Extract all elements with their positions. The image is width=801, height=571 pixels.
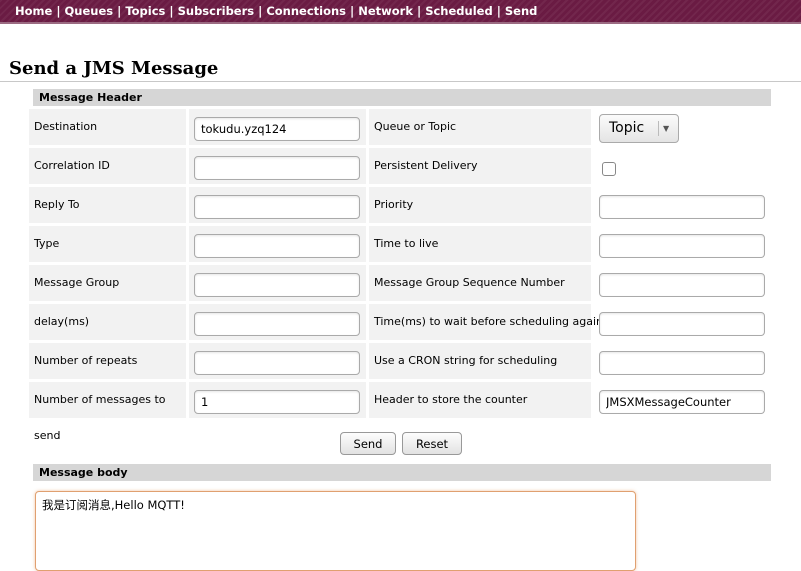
message-count-cell [189, 382, 366, 418]
form-row-message-count: Number of messages to send Header to sto… [29, 382, 765, 442]
nav-separator: | [169, 4, 174, 18]
send-button[interactable]: Send [340, 432, 396, 455]
type-input[interactable] [194, 234, 360, 258]
queue-or-topic-label: Queue or Topic [369, 109, 591, 145]
counter-header-label: Header to store the counter [369, 382, 591, 418]
form-row-message-group: Message Group Message Group Sequence Num… [29, 265, 765, 304]
form-row-type: Type Time to live [29, 226, 765, 265]
destination-cell [189, 109, 366, 145]
nav-separator: | [496, 4, 501, 18]
time-to-live-input[interactable] [599, 234, 765, 258]
cron-input[interactable] [599, 351, 765, 375]
nav-separator: | [258, 4, 263, 18]
reply-to-cell [189, 187, 366, 223]
message-body-textarea[interactable]: 我是订阅消息,Hello MQTT! [35, 491, 636, 571]
nav-separator: | [350, 4, 355, 18]
schedule-period-label: Time(ms) to wait before scheduling again [369, 304, 603, 340]
select-divider [658, 121, 659, 136]
correlation-id-label: Correlation ID [29, 148, 186, 184]
message-group-label: Message Group [29, 265, 186, 301]
message-group-sequence-cell [594, 265, 770, 301]
message-header-form: Destination Queue or Topic Topic ▼ Corre… [29, 109, 765, 442]
delay-input[interactable] [194, 312, 360, 336]
persistent-delivery-cell [594, 148, 770, 184]
priority-input[interactable] [599, 195, 765, 219]
schedule-period-cell [594, 304, 770, 340]
nav-connections-link[interactable]: Connections [266, 4, 346, 18]
nav-network-link[interactable]: Network [358, 4, 413, 18]
reset-button[interactable]: Reset [402, 432, 462, 455]
form-row-reply-to: Reply To Priority [29, 187, 765, 226]
queue-or-topic-cell: Topic ▼ [594, 109, 770, 145]
time-to-live-label: Time to live [369, 226, 591, 262]
correlation-id-cell [189, 148, 366, 184]
repeats-cell [189, 343, 366, 379]
destination-input[interactable] [194, 117, 360, 141]
priority-cell [594, 187, 770, 223]
type-cell [189, 226, 366, 262]
nav-topics-link[interactable]: Topics [125, 4, 165, 18]
nav-separator: | [117, 4, 122, 18]
form-row-repeats: Number of repeats Use a CRON string for … [29, 343, 765, 382]
cron-cell [594, 343, 770, 379]
page-title: Send a JMS Message [9, 58, 219, 79]
repeats-label: Number of repeats [29, 343, 186, 379]
nav-home-link[interactable]: Home [15, 4, 52, 18]
nav-separator: | [56, 4, 61, 18]
reply-to-input[interactable] [194, 195, 360, 219]
message-count-label: Number of messages to send [29, 382, 186, 442]
delay-label: delay(ms) [29, 304, 186, 340]
title-divider [0, 81, 801, 82]
queue-or-topic-select[interactable]: Topic ▼ [599, 114, 679, 143]
message-group-cell [189, 265, 366, 301]
form-row-correlation-id: Correlation ID Persistent Delivery [29, 148, 616, 187]
nav-queues-link[interactable]: Queues [65, 4, 114, 18]
destination-label: Destination [29, 109, 186, 145]
queue-or-topic-selected: Topic [609, 120, 645, 136]
form-row-destination: Destination Queue or Topic Topic ▼ [29, 109, 679, 148]
correlation-id-input[interactable] [194, 156, 360, 180]
nav-subscribers-link[interactable]: Subscribers [178, 4, 255, 18]
message-group-sequence-label: Message Group Sequence Number [369, 265, 591, 301]
type-label: Type [29, 226, 186, 262]
priority-label: Priority [369, 187, 591, 223]
nav-links: Home | Queues | Topics | Subscribers | Connectio… [15, 4, 537, 18]
top-navigation: Home | Queues | Topics | Subscribers | Connectio… [0, 0, 801, 24]
nav-send-link[interactable]: Send [505, 4, 538, 18]
persistent-delivery-label: Persistent Delivery [369, 148, 591, 184]
message-body-section-title: Message body [33, 464, 771, 481]
persistent-delivery-checkbox[interactable] [602, 162, 616, 176]
message-header-title: Message Header [39, 91, 142, 104]
counter-header-input[interactable] [599, 390, 765, 414]
nav-separator: | [417, 4, 422, 18]
repeats-input[interactable] [194, 351, 360, 375]
nav-scheduled-link[interactable]: Scheduled [425, 4, 492, 18]
delay-cell [189, 304, 366, 340]
message-count-input[interactable] [194, 390, 360, 414]
message-group-sequence-input[interactable] [599, 273, 765, 297]
reply-to-label: Reply To [29, 187, 186, 223]
schedule-period-input[interactable] [599, 312, 765, 336]
triangle-down-icon: ▼ [663, 124, 670, 133]
message-group-input[interactable] [194, 273, 360, 297]
message-body-title: Message body [39, 466, 128, 479]
form-row-delay: delay(ms) Time(ms) to wait before schedu… [29, 304, 765, 343]
time-to-live-cell [594, 226, 770, 262]
counter-header-cell [594, 382, 770, 418]
cron-label: Use a CRON string for scheduling [369, 343, 591, 379]
message-header-section-title: Message Header [33, 89, 771, 106]
